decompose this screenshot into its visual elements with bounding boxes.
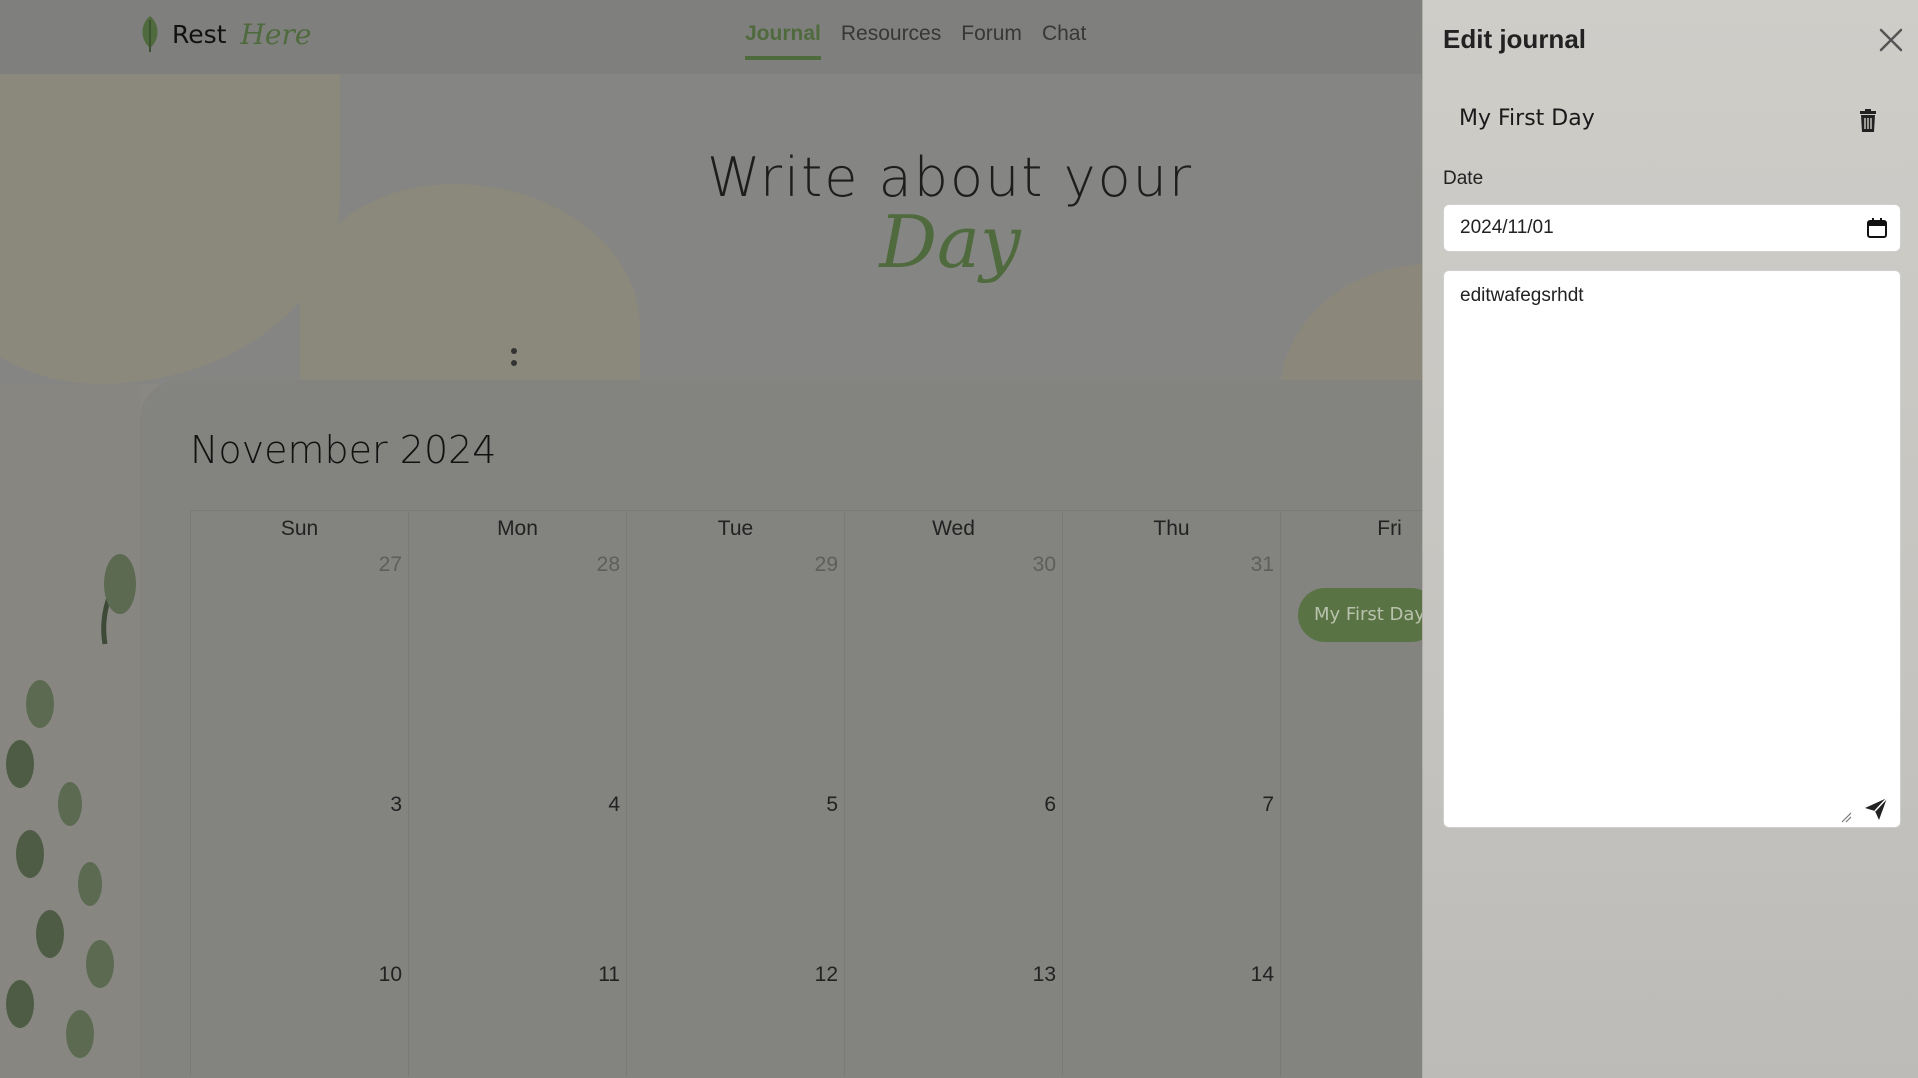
day-number: 30 <box>1032 553 1056 576</box>
day-number: 11 <box>598 963 620 986</box>
day-header: Tue <box>626 510 844 547</box>
calendar-day-cell[interactable]: 14 <box>1062 957 1280 1077</box>
calendar-day-cell[interactable]: 13 <box>844 957 1062 1077</box>
day-number: 5 <box>826 793 838 816</box>
journal-body-text: editwafegsrhdt <box>1460 285 1584 306</box>
edit-journal-drawer: Edit journal My First Day Date 2024/11/0… <box>1422 0 1918 1078</box>
day-number: 6 <box>1044 793 1056 816</box>
calendar-day-cell[interactable]: 11 <box>408 957 626 1077</box>
trash-icon[interactable] <box>1855 108 1881 134</box>
date-field[interactable]: 2024/11/01 <box>1443 204 1901 252</box>
day-number: 12 <box>814 963 838 986</box>
day-number: 29 <box>814 553 838 576</box>
day-header: Sun <box>190 510 408 547</box>
day-number: 3 <box>390 793 402 816</box>
entry-title[interactable]: My First Day <box>1459 106 1595 131</box>
nav-journal[interactable]: Journal <box>745 22 821 60</box>
day-number: 27 <box>378 553 402 576</box>
date-label: Date <box>1443 168 1484 189</box>
brand-here: Here <box>240 17 312 51</box>
send-icon[interactable] <box>1862 795 1890 823</box>
journal-body-textarea[interactable]: editwafegsrhdt <box>1443 270 1901 828</box>
nav-forum[interactable]: Forum <box>961 22 1022 60</box>
resize-grip-icon[interactable] <box>1840 811 1852 823</box>
calendar-day-cell[interactable]: 31 <box>1062 547 1280 787</box>
day-number: 28 <box>596 553 620 576</box>
nav-chat[interactable]: Chat <box>1042 22 1086 60</box>
calendar-day-cell[interactable]: 3 <box>190 787 408 957</box>
day-header: Mon <box>408 510 626 547</box>
brand-logo[interactable]: Rest Here <box>138 14 311 54</box>
calendar-day-cell[interactable]: 4 <box>408 787 626 957</box>
day-number: 4 <box>608 793 620 816</box>
calendar-day-cell[interactable]: 27 <box>190 547 408 787</box>
calendar-day-cell[interactable]: 6 <box>844 787 1062 957</box>
calendar-icon[interactable] <box>1866 217 1888 239</box>
brand-rest: Rest <box>172 19 227 49</box>
leaf-logo-icon <box>142 16 158 52</box>
date-value: 2024/11/01 <box>1460 217 1554 238</box>
drawer-title: Edit journal <box>1443 24 1586 54</box>
calendar-day-cell[interactable]: 28 <box>408 547 626 787</box>
decorative-plants <box>0 384 140 1078</box>
day-number: 13 <box>1032 963 1056 986</box>
calendar-day-cell[interactable]: 7 <box>1062 787 1280 957</box>
day-header: Thu <box>1062 510 1280 547</box>
main-nav: Journal Resources Forum Chat <box>745 22 1086 60</box>
day-number: 31 <box>1250 553 1274 576</box>
calendar-day-cell[interactable]: 12 <box>626 957 844 1077</box>
day-header: Wed <box>844 510 1062 547</box>
journal-event-chip[interactable]: My First Day <box>1298 588 1438 642</box>
nav-resources[interactable]: Resources <box>841 22 941 60</box>
calendar-title: November 2024 <box>190 428 497 472</box>
calendar-day-cell[interactable]: 29 <box>626 547 844 787</box>
day-number: 10 <box>378 963 402 986</box>
calendar-day-cell[interactable]: 30 <box>844 547 1062 787</box>
close-icon[interactable] <box>1875 24 1907 56</box>
calendar-day-cell[interactable]: 10 <box>190 957 408 1077</box>
calendar-day-cell[interactable]: 5 <box>626 787 844 957</box>
day-number: 14 <box>1250 963 1274 986</box>
scroll-indicator <box>511 348 517 372</box>
day-number: 7 <box>1262 793 1274 816</box>
